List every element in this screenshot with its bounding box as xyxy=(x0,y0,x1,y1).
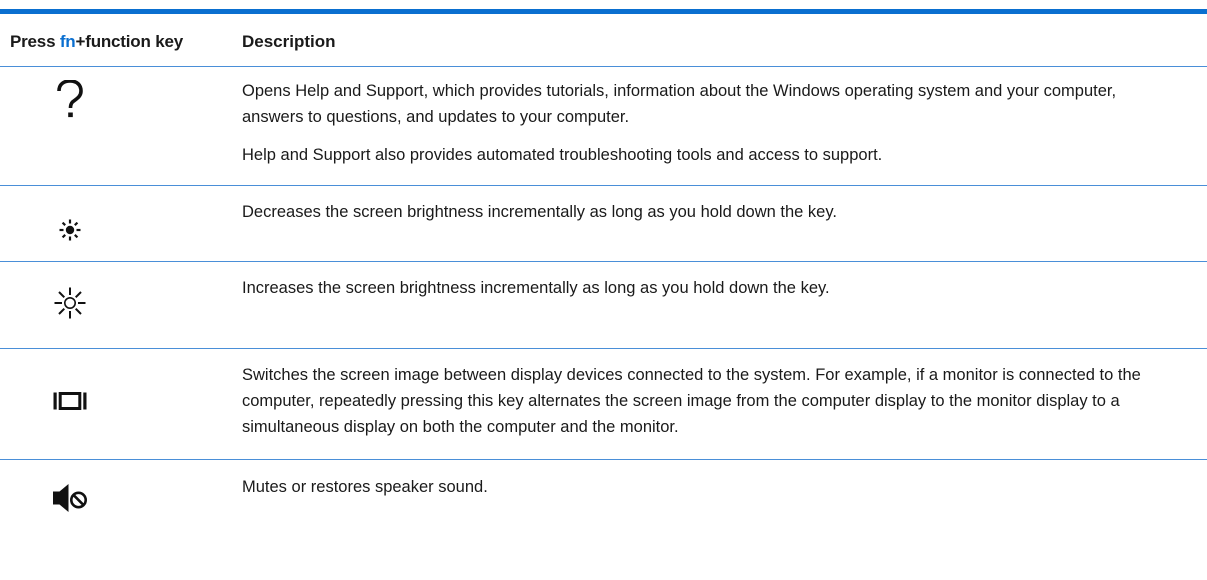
help-description-p2: Help and Support also provides automated… xyxy=(242,146,883,164)
table-row-brightness-up: Increases the screen brightness incremen… xyxy=(0,262,1207,348)
brightness-down-icon xyxy=(14,219,126,241)
brightness-down-text: Decreases the screen brightness incremen… xyxy=(242,203,837,221)
table-header: Press fn+function key Description xyxy=(0,14,1207,66)
header-key-fn: fn xyxy=(59,32,76,51)
table-row-mute: Mutes or restores speaker sound. xyxy=(0,460,1207,580)
help-description-p1: Opens Help and Support, which provides t… xyxy=(242,82,1117,126)
table-row-help: Opens Help and Support, which provides t… xyxy=(0,67,1207,185)
display-switch-description: Switches the screen image between displa… xyxy=(242,362,1172,440)
header-key-prefix: Press xyxy=(10,32,60,51)
table-row-brightness-down: Decreases the screen brightness incremen… xyxy=(0,186,1207,261)
brightness-up-text: Increases the screen brightness incremen… xyxy=(242,279,830,297)
display-switch-text: Switches the screen image between displa… xyxy=(242,366,1141,436)
table-row-display-switch: Switches the screen image between displa… xyxy=(0,349,1207,459)
mute-text: Mutes or restores speaker sound. xyxy=(242,478,488,496)
header-description-column: Description xyxy=(242,32,336,51)
brightness-up-icon xyxy=(14,287,126,319)
mute-description: Mutes or restores speaker sound. xyxy=(242,474,1172,500)
header-key-suffix: +function key xyxy=(75,32,184,51)
help-question-icon xyxy=(14,80,126,120)
header-key-column: Press fn+function key xyxy=(10,32,183,52)
help-description: Opens Help and Support, which provides t… xyxy=(242,78,1172,168)
brightness-down-description: Decreases the screen brightness incremen… xyxy=(242,199,1172,225)
mute-speaker-icon xyxy=(14,483,126,513)
brightness-up-description: Increases the screen brightness incremen… xyxy=(242,275,1172,301)
display-switch-icon xyxy=(14,391,126,411)
